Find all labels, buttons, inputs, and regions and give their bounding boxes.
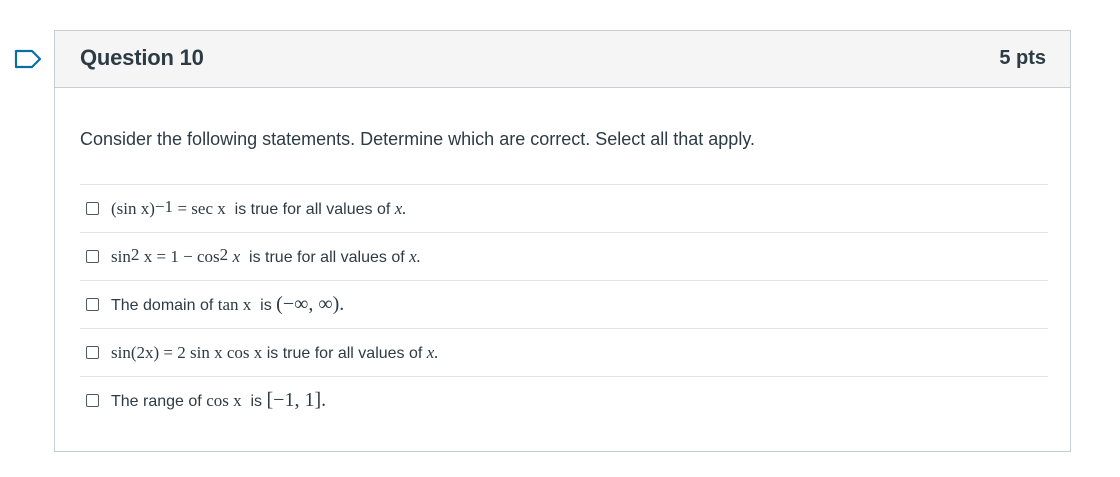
math-expression: x. bbox=[394, 198, 407, 218]
answer-option-2[interactable]: sin 2 x = 1 − cos 2 x is true for all valu… bbox=[80, 232, 1048, 280]
flag-question-icon[interactable] bbox=[14, 49, 42, 69]
math-expression: x bbox=[232, 246, 241, 266]
math-superscript: 2 bbox=[219, 244, 229, 264]
answer-option-3[interactable]: The domain of tan x is (−∞, ∞). bbox=[80, 280, 1048, 328]
math-expression: x. bbox=[426, 342, 439, 362]
math-expression: x = 1 − cos bbox=[143, 246, 220, 266]
answer-text: is true for all values of bbox=[249, 248, 405, 266]
math-expression: [−1, 1]. bbox=[266, 389, 327, 411]
answer-option-5[interactable]: The range of cos x is [−1, 1]. bbox=[80, 376, 1048, 424]
answer-label[interactable]: sin(2x) = 2 sin x cos x is true for all … bbox=[111, 343, 439, 363]
answer-label[interactable]: (sin x) −1 = sec x is true for all values… bbox=[111, 196, 407, 219]
answer-text: The range of bbox=[111, 393, 202, 410]
answer-text: is true for all values of bbox=[234, 200, 391, 218]
answer-label[interactable]: The range of cos x is [−1, 1]. bbox=[111, 389, 326, 412]
math-expression: sin bbox=[111, 246, 131, 266]
answer-label[interactable]: The domain of tan x is (−∞, ∞). bbox=[111, 293, 344, 316]
math-expression: (sin x) bbox=[111, 198, 155, 218]
answer-label[interactable]: sin 2 x = 1 − cos 2 x is true for all valu… bbox=[111, 244, 421, 267]
math-expression: (−∞, ∞). bbox=[276, 293, 345, 315]
answer-checkbox[interactable] bbox=[86, 202, 99, 215]
math-superscript: −1 bbox=[154, 196, 174, 216]
math-expression: tan x bbox=[217, 295, 252, 314]
math-expression: sin(2x) = 2 sin x cos x bbox=[111, 342, 263, 362]
math-expression: x. bbox=[409, 246, 421, 266]
answer-list: (sin x) −1 = sec x is true for all values… bbox=[80, 184, 1048, 424]
question-prompt: Consider the following statements. Deter… bbox=[80, 129, 755, 149]
question-title: Question 10 bbox=[80, 45, 204, 70]
answer-text: is bbox=[260, 297, 272, 314]
math-expression: cos x bbox=[206, 391, 242, 410]
answer-checkbox[interactable] bbox=[86, 298, 99, 311]
answer-text: The domain of bbox=[111, 297, 214, 314]
question-header: Question 10 5 pts bbox=[55, 31, 1070, 88]
math-expression: = sec x bbox=[177, 198, 226, 218]
answer-checkbox[interactable] bbox=[86, 346, 99, 359]
answer-option-1[interactable]: (sin x) −1 = sec x is true for all values… bbox=[80, 184, 1048, 232]
question-points: 5 pts bbox=[999, 47, 1046, 69]
math-superscript: 2 bbox=[130, 244, 140, 264]
question-card: Question 10 5 pts Consider the following… bbox=[54, 30, 1071, 452]
answer-option-4[interactable]: sin(2x) = 2 sin x cos x is true for all … bbox=[80, 328, 1048, 376]
answer-text: is bbox=[250, 393, 263, 410]
answer-checkbox[interactable] bbox=[86, 394, 99, 407]
answer-text: is true for all values of bbox=[266, 344, 423, 362]
answer-checkbox[interactable] bbox=[86, 250, 99, 263]
